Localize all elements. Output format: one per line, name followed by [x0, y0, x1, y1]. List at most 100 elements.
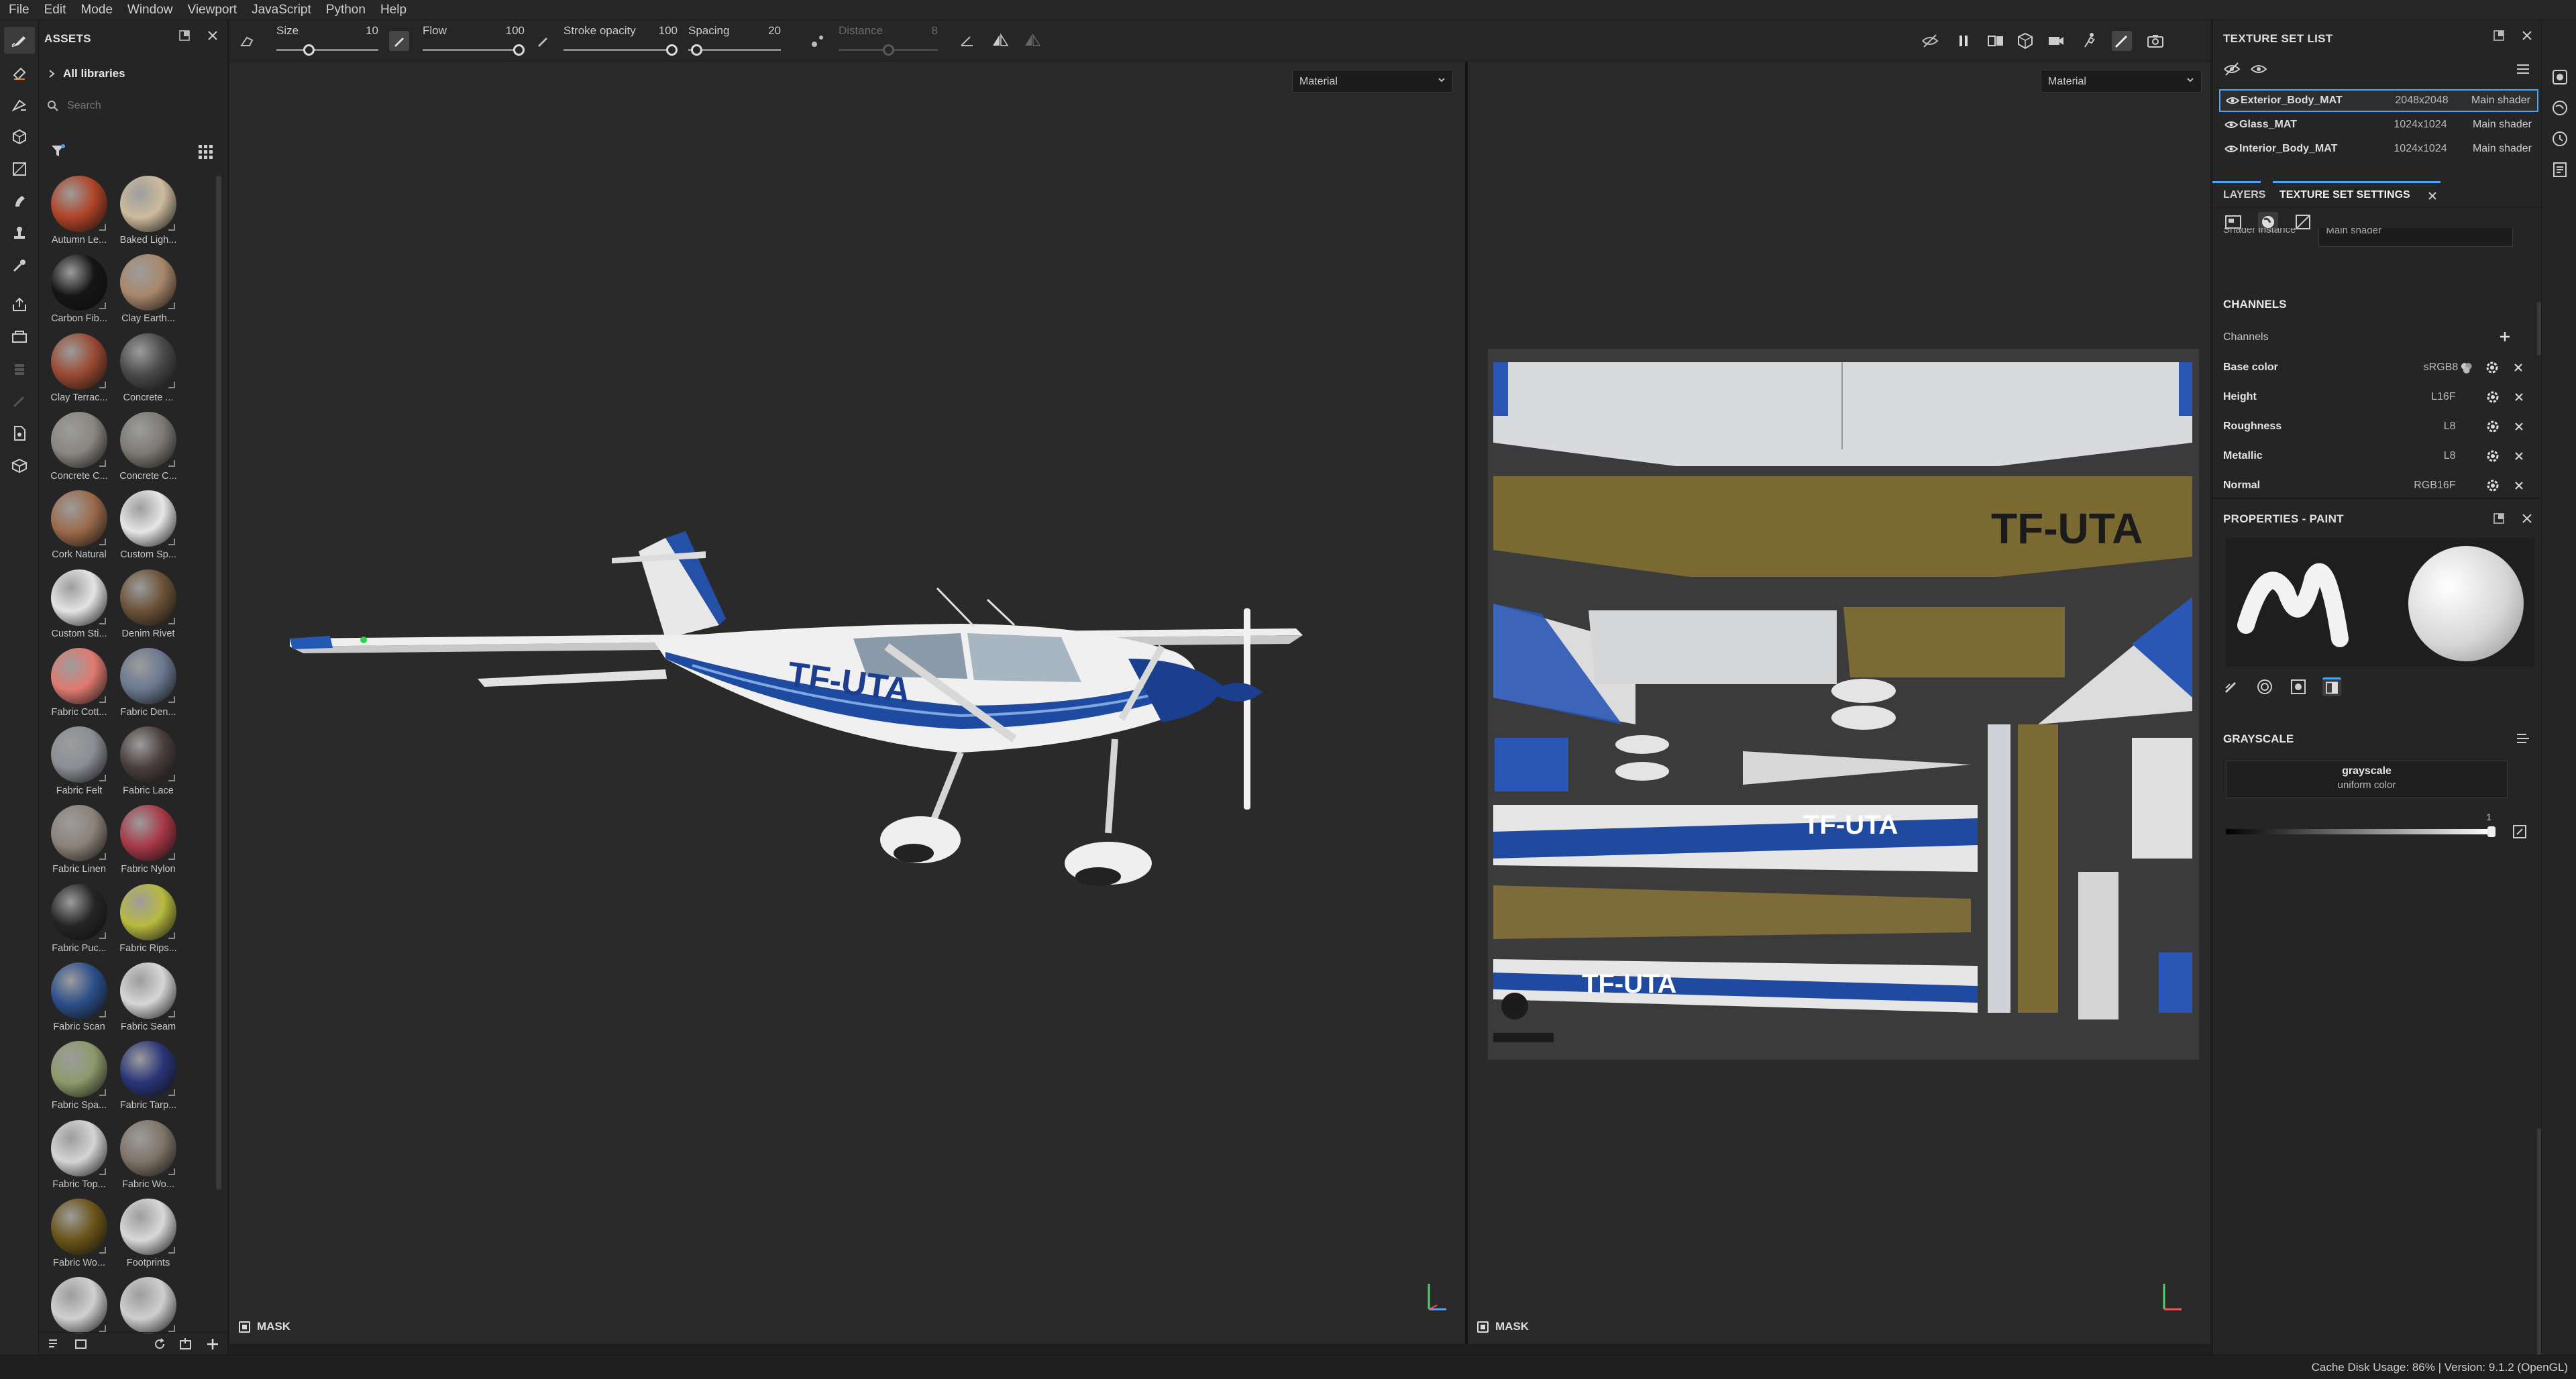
asset-tile[interactable]: Fabric Top...: [44, 1119, 114, 1199]
add-channel-icon[interactable]: [2498, 330, 2512, 343]
asset-tile[interactable]: Fabric Tarp...: [113, 1041, 183, 1119]
eraser-tool[interactable]: [4, 59, 35, 86]
close-icon[interactable]: [2521, 30, 2533, 42]
brush-settings-icon[interactable]: [2222, 677, 2241, 696]
asset-tile[interactable]: Autumn Le...: [44, 176, 114, 254]
color-picker-icon[interactable]: [2512, 824, 2528, 840]
menu-window[interactable]: Window: [120, 0, 180, 20]
brush-preset-button[interactable]: [237, 31, 258, 51]
remove-icon[interactable]: [2514, 421, 2524, 432]
bake-tool[interactable]: [4, 323, 35, 350]
spacing-knob[interactable]: [691, 44, 702, 56]
asset-tile[interactable]: Fabric Den...: [113, 647, 183, 726]
alpha-icon[interactable]: [2255, 677, 2274, 696]
asset-tile[interactable]: Clay Terrac...: [44, 333, 114, 412]
remove-icon[interactable]: [2513, 362, 2524, 373]
asset-tile[interactable]: Custom Sp...: [113, 490, 183, 569]
flow-knob[interactable]: [513, 44, 525, 56]
remove-icon[interactable]: [2514, 480, 2524, 491]
eye-off-icon[interactable]: [2223, 62, 2241, 76]
tab-texture-set-settings[interactable]: TEXTURE SET SETTINGS: [2279, 189, 2410, 201]
asset-tile[interactable]: Concrete ...: [113, 333, 183, 412]
maximize-icon[interactable]: [2493, 512, 2505, 525]
asset-tile[interactable]: Carbon Fib...: [44, 254, 114, 333]
airplane-model[interactable]: TF-UTA: [290, 457, 1538, 967]
mask-toggle-2d[interactable]: MASK: [1477, 1320, 1529, 1333]
screenshot-button[interactable]: [2145, 31, 2165, 51]
library-selector[interactable]: All libraries: [48, 67, 125, 80]
asset-tile[interactable]: Fabric Wo...: [44, 1198, 114, 1277]
grayscale-slider[interactable]: 1: [2226, 812, 2496, 840]
texture-set-row[interactable]: Exterior_Body_MAT 2048x2048 Main shader: [2219, 89, 2538, 112]
asset-tile[interactable]: Fabric Nylon: [113, 805, 183, 883]
uv-texture-map[interactable]: TF-UTA TF-UTA TF-UTA: [1488, 349, 2199, 1060]
channel-row[interactable]: Base color sRGB8: [2223, 354, 2532, 381]
texture-set-row[interactable]: Glass_MAT 1024x1024 Main shader: [2219, 113, 2538, 136]
painting-mode-button[interactable]: [2112, 31, 2132, 51]
clone-tool[interactable]: [4, 220, 35, 247]
opacity-pressure-toggle[interactable]: [533, 31, 553, 51]
asset-tile[interactable]: Fabric Spa...: [44, 1041, 114, 1119]
channel-row[interactable]: Roughness L8: [2223, 413, 2532, 440]
lazy-mouse-toggle[interactable]: [808, 31, 828, 51]
asset-tile[interactable]: Footprints: [113, 1198, 183, 1277]
asset-tile[interactable]: Concrete C...: [113, 411, 183, 490]
asset-tile[interactable]: Cork Natural: [44, 490, 114, 569]
import-icon[interactable]: [178, 1337, 193, 1352]
shader-settings-icon[interactable]: [2551, 99, 2569, 117]
eye-icon[interactable]: [2250, 62, 2267, 76]
stroke-opacity-slider[interactable]: Stroke opacity 100: [564, 20, 678, 62]
polygon-fill-tool[interactable]: [4, 156, 35, 182]
viewport-2d[interactable]: Material TF-UTA TF-UTA TF-UTA MASK: [1468, 62, 2210, 1344]
log-icon[interactable]: [2551, 161, 2569, 178]
material-gradient-icon[interactable]: [2322, 677, 2341, 696]
export-tool[interactable]: [4, 291, 35, 318]
mask-checkbox[interactable]: [239, 1321, 250, 1333]
section-menu-icon[interactable]: [2516, 732, 2530, 746]
stencil-icon[interactable]: [2289, 677, 2308, 696]
asset-tile[interactable]: Fabric Cott...: [44, 647, 114, 726]
material-dropdown-3d[interactable]: Material: [1292, 70, 1453, 93]
add-icon[interactable]: [205, 1337, 220, 1352]
iray-button[interactable]: [2080, 31, 2100, 51]
picker-tool[interactable]: [4, 252, 35, 279]
asset-tile[interactable]: Fabric Lace: [113, 726, 183, 805]
grayscale-mode-button[interactable]: grayscale uniform color: [2226, 761, 2508, 798]
visibility-icon[interactable]: [2223, 119, 2239, 130]
asset-tile[interactable]: Fabric Wo...: [113, 1119, 183, 1199]
flow-slider[interactable]: Flow 100: [423, 20, 525, 62]
close-icon[interactable]: [207, 30, 219, 42]
pressure-toggle[interactable]: [389, 31, 409, 51]
close-icon[interactable]: [2427, 190, 2438, 201]
list-add-icon[interactable]: [47, 1337, 62, 1352]
opacity-knob[interactable]: [666, 44, 678, 56]
pause-button[interactable]: [1953, 31, 1974, 51]
menu-mode[interactable]: Mode: [73, 0, 120, 20]
box-tool[interactable]: [4, 452, 35, 479]
document-tool[interactable]: [4, 420, 35, 447]
asset-tile[interactable]: Concrete C...: [44, 411, 114, 490]
grid-view-icon[interactable]: [197, 144, 213, 160]
menu-help[interactable]: Help: [373, 0, 414, 20]
menu-icon[interactable]: [2516, 63, 2530, 75]
asset-tile[interactable]: Fabric Linen: [44, 805, 114, 883]
camera-sync-button[interactable]: [1920, 31, 1940, 51]
gear-icon[interactable]: [2485, 478, 2500, 493]
menu-javascript[interactable]: JavaScript: [244, 0, 319, 20]
gear-icon[interactable]: [2485, 360, 2500, 375]
shader-instance-dropdown[interactable]: Main shader: [2318, 228, 2514, 247]
channel-row[interactable]: Metallic L8: [2223, 443, 2532, 470]
asset-tile[interactable]: Fabric Puc...: [44, 883, 114, 962]
mask-toggle-3d[interactable]: MASK: [239, 1320, 290, 1333]
menu-file[interactable]: File: [0, 0, 37, 20]
view-mode-button[interactable]: [1986, 31, 2006, 51]
camera-button[interactable]: [2046, 31, 2066, 51]
asset-tile[interactable]: Clay Earth...: [113, 254, 183, 333]
channel-row[interactable]: Normal RGB16F: [2223, 472, 2532, 499]
gear-icon[interactable]: [2485, 419, 2500, 434]
assets-scrollbar[interactable]: [216, 176, 221, 1190]
filter-icon[interactable]: [50, 142, 67, 160]
asset-tile[interactable]: Denim Rivet: [113, 569, 183, 648]
asset-tile[interactable]: Fabric Rips...: [113, 883, 183, 962]
grayscale-knob[interactable]: [2487, 826, 2496, 837]
